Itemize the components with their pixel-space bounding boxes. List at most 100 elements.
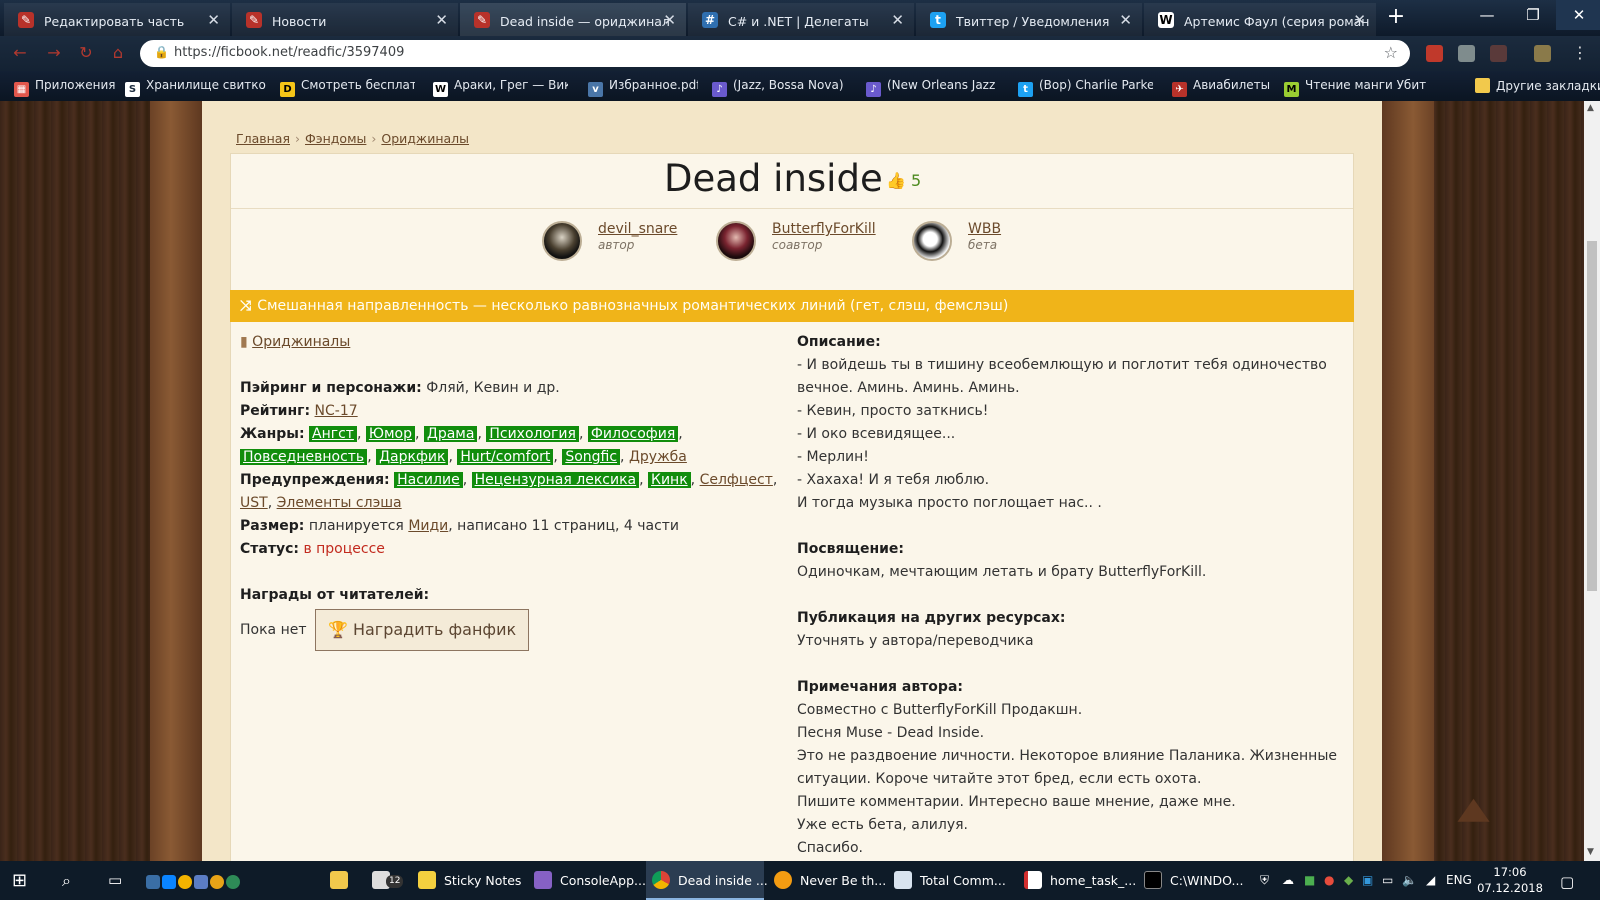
bookmark-item[interactable]: S Хранилище свитко (125, 78, 267, 97)
bookmark-star-icon[interactable]: ☆ (1384, 43, 1398, 62)
battery-icon[interactable]: ▭ (1382, 873, 1393, 887)
breadcrumb-fandoms[interactable]: Фэндомы (305, 131, 366, 146)
warning-tag[interactable]: Элементы слэша (277, 495, 402, 511)
close-icon[interactable]: ✕ (1353, 11, 1366, 29)
tab-dead-inside[interactable]: ✎ Dead inside — ориджинал ✕ (460, 3, 686, 36)
taskbar-total-commander[interactable]: Total Comm... (888, 861, 1010, 900)
genre-tag[interactable]: Философия (587, 426, 679, 442)
back-icon[interactable]: ← (10, 43, 30, 63)
cloud-icon[interactable]: ☁ (1282, 873, 1294, 887)
app-icon[interactable] (194, 875, 208, 889)
warning-tag[interactable]: Селфцест (700, 472, 773, 488)
tab-artemis[interactable]: W Артемис Фаул (серия роман ✕ (1144, 3, 1376, 36)
rating-link[interactable]: NC-17 (315, 403, 358, 419)
app-tray-icon[interactable]: ● (1324, 873, 1334, 887)
genre-tag[interactable]: Дружба (629, 449, 687, 465)
fandom-link[interactable]: Ориджиналы (252, 334, 350, 350)
taskbar-chrome[interactable]: Dead inside ... (646, 861, 768, 900)
shield-icon[interactable]: ⛨ (1260, 873, 1269, 888)
menu-icon[interactable]: ⋮ (1570, 43, 1590, 63)
genre-tag[interactable]: Драма (423, 426, 478, 442)
breadcrumb-originals[interactable]: Ориджиналы (381, 131, 469, 146)
bookmark-item[interactable]: ♪ (Jazz, Bossa Nova) (J (712, 78, 844, 97)
windows-start-icon[interactable]: ⊞ (12, 861, 27, 900)
close-icon[interactable]: ✕ (663, 11, 676, 29)
reload-icon[interactable]: ↻ (76, 43, 96, 63)
app-icon[interactable] (162, 875, 176, 889)
beta-link[interactable]: WBB (968, 221, 1001, 237)
close-icon[interactable]: ✕ (1119, 11, 1132, 29)
size-link[interactable]: Миди (408, 518, 448, 534)
minimize-button[interactable]: — (1464, 0, 1510, 30)
taskbar-aimp[interactable]: Never Be th... (768, 861, 886, 900)
bookmark-item[interactable]: v Избранное.pdf (588, 78, 698, 97)
forward-icon[interactable]: → (44, 43, 64, 63)
award-button[interactable]: 🏆 Наградить фанфик (314, 609, 530, 651)
search-icon[interactable]: ⌕ (62, 861, 71, 900)
app-icon[interactable] (226, 875, 240, 889)
genre-tag[interactable]: Юмор (365, 426, 415, 442)
bookmark-item[interactable]: M Чтение манги Убит (1284, 78, 1429, 97)
file-explorer-icon[interactable] (330, 861, 356, 900)
tab-csharp[interactable]: # C# и .NET | Делегаты ✕ (688, 3, 914, 36)
scroll-up-icon[interactable]: ▲ (1587, 103, 1594, 113)
scrollbar-thumb[interactable] (1587, 241, 1597, 591)
mail-app[interactable]: 12 (372, 861, 404, 900)
chrome-icon[interactable] (178, 875, 192, 889)
bookmark-apps[interactable]: ▦ Приложения (14, 78, 116, 97)
bookmark-item[interactable]: t (Bop) Charlie Parker (1018, 78, 1153, 97)
bookmark-item[interactable]: W Араки, Грег — Вик (433, 78, 568, 97)
taskbar-sticky-notes[interactable]: Sticky Notes (412, 861, 524, 900)
tray-icon[interactable]: ◆ (1344, 873, 1353, 887)
bookmark-other[interactable]: Другие закладки (1475, 78, 1600, 93)
scrollbar[interactable]: ▲ ▼ (1584, 101, 1600, 861)
close-window-button[interactable]: ✕ (1556, 0, 1600, 30)
new-tab-button[interactable]: + (1380, 4, 1412, 32)
task-view-icon[interactable]: ▭ (108, 861, 122, 900)
tab-news[interactable]: ✎ Новости ✕ (232, 3, 458, 36)
close-icon[interactable]: ✕ (891, 11, 904, 29)
avatar[interactable] (912, 221, 952, 261)
breadcrumb-home[interactable]: Главная (236, 131, 290, 146)
extension-icon[interactable] (1458, 45, 1475, 62)
genre-tag[interactable]: Ангст (309, 426, 357, 442)
tab-edit-part[interactable]: ✎ Редактировать часть ✕ (4, 3, 230, 36)
bookmark-item[interactable]: ✈ Авиабилеты (1172, 78, 1284, 97)
volume-icon[interactable]: 🔈 (1402, 873, 1417, 887)
taskbar-cmd[interactable]: C:\WINDO... (1138, 861, 1252, 900)
app-icon[interactable] (210, 875, 224, 889)
genre-tag[interactable]: Повседневность (240, 449, 368, 465)
warning-tag[interactable]: UST (240, 495, 268, 511)
taskbar-pdf[interactable]: home_task_... (1018, 861, 1136, 900)
genre-tag[interactable]: Songfic (562, 449, 621, 465)
tab-twitter[interactable]: t Твиттер / Уведомления ✕ (916, 3, 1142, 36)
wifi-icon[interactable]: ◢ (1426, 873, 1435, 887)
warning-tag[interactable]: Нецензурная лексика (471, 472, 640, 488)
bookmark-item[interactable]: ♪ (New Orleans Jazz, (866, 78, 996, 97)
avatar[interactable] (542, 221, 582, 261)
extension-icon[interactable] (1426, 45, 1443, 62)
profile-icon[interactable] (1534, 45, 1551, 62)
coauthor-link[interactable]: ButterflyForKill (772, 221, 876, 237)
warning-tag[interactable]: Кинк (648, 472, 691, 488)
genre-tag[interactable]: Психология (486, 426, 579, 442)
taskbar-visual-studio[interactable]: ConsoleApp... (528, 861, 646, 900)
notifications-icon[interactable]: ▢ (1560, 873, 1574, 891)
scroll-down-icon[interactable]: ▼ (1587, 847, 1594, 857)
close-icon[interactable]: ✕ (207, 11, 220, 29)
warning-tag[interactable]: Насилие (394, 472, 463, 488)
scroll-to-top-icon[interactable]: ▲ (1457, 791, 1489, 826)
language-indicator[interactable]: ENG (1446, 873, 1472, 887)
address-bar[interactable]: 🔒 https://ficbook.net/readfic/3597409 ☆ (140, 40, 1410, 67)
genre-tag[interactable]: Hurt/comfort (457, 449, 554, 465)
tray-icon[interactable]: ▣ (1362, 873, 1373, 887)
close-icon[interactable]: ✕ (435, 11, 448, 29)
clock[interactable]: 17:06 07.12.2018 (1470, 864, 1550, 896)
bookmark-item[interactable]: D Смотреть бесплатн (280, 78, 415, 97)
maximize-button[interactable]: ❐ (1510, 0, 1556, 30)
home-icon[interactable]: ⌂ (108, 43, 128, 63)
extension-icon[interactable] (1490, 45, 1507, 62)
likes-counter[interactable]: 👍 5 (886, 171, 921, 190)
nvidia-icon[interactable]: ■ (1304, 873, 1315, 887)
avatar[interactable] (716, 221, 756, 261)
